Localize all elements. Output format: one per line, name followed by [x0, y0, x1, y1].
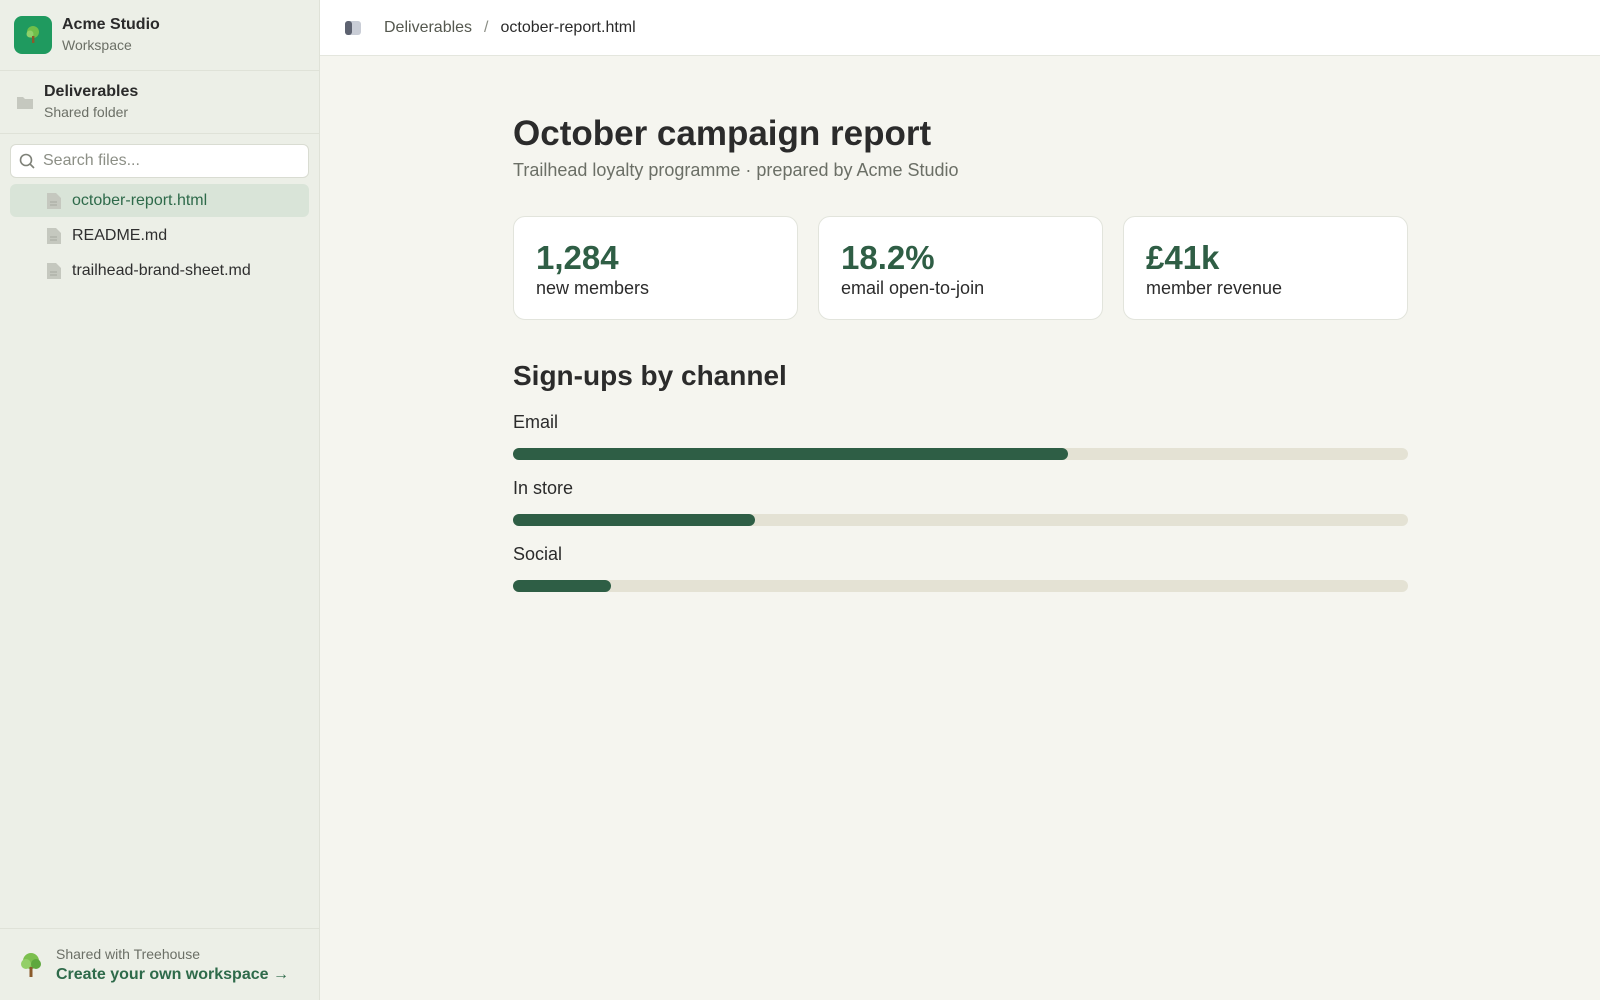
kpi-label: new members — [536, 278, 650, 298]
search-box — [10, 144, 309, 178]
file-item-trailhead-brand-sheet[interactable]: trailhead-brand-sheet.md — [10, 254, 309, 287]
file-list: october-report.html README.md trailhead-… — [0, 184, 319, 287]
bar-fill-in-store — [513, 514, 755, 526]
kpi-value: £41k — [1146, 239, 1220, 276]
channel-name: In store — [513, 478, 574, 498]
channel-name: Social — [513, 544, 563, 564]
search-icon — [19, 153, 35, 169]
bar-track — [513, 514, 1408, 526]
file-icon — [47, 262, 61, 279]
section-title: Sign-ups by channel — [513, 360, 787, 391]
page-title: October campaign report — [513, 114, 932, 153]
breadcrumb: Deliverables / october-report.html — [384, 19, 636, 37]
sidebar-footer: Shared with Treehouse Create your own wo… — [0, 928, 319, 1000]
kpi-label: email open-to-join — [841, 278, 985, 298]
shared-with-text: Shared with Treehouse — [56, 945, 200, 962]
breadcrumb-current: october-report.html — [500, 18, 636, 36]
file-label: README.md — [72, 226, 168, 244]
search-input[interactable] — [43, 152, 283, 170]
channel-name: Email — [513, 412, 559, 432]
workspace-name: Acme Studio — [62, 16, 160, 33]
bar-fill-social — [513, 580, 612, 592]
kpi-row: 1,284 new members 18.2% email open-to-jo… — [513, 216, 1408, 320]
kpi-value: 18.2% — [841, 239, 935, 276]
workspace-logo — [14, 16, 52, 54]
channel-row-social: Social — [513, 542, 1408, 592]
page-subtitle: Trailhead loyalty programme · prepared b… — [513, 160, 959, 180]
bar-track — [513, 448, 1408, 460]
breadcrumb-parent[interactable]: Deliverables — [384, 19, 472, 37]
sidebar-toggle-icon[interactable] — [344, 20, 362, 36]
bar-fill-email — [513, 448, 1068, 460]
folder-icon — [17, 97, 33, 109]
kpi-card-email-open-to-join: 18.2% email open-to-join — [818, 216, 1103, 320]
file-item-readme[interactable]: README.md — [10, 219, 309, 252]
folder-name: Deliverables — [44, 83, 139, 100]
workspace-header[interactable]: Acme Studio Workspace — [0, 0, 319, 71]
file-icon — [47, 192, 61, 209]
sidebar: Acme Studio Workspace Deliverables Share… — [0, 0, 320, 1000]
file-label: trailhead-brand-sheet.md — [72, 261, 251, 279]
channel-row-email: Email — [513, 410, 1408, 460]
file-icon — [47, 227, 61, 244]
topbar: Deliverables / october-report.html — [320, 0, 1600, 56]
workspace-subtitle: Workspace — [62, 37, 132, 53]
breadcrumb-separator: / — [484, 18, 489, 36]
report-content: October campaign report Trailhead loyalt… — [513, 110, 1408, 592]
file-label: october-report.html — [72, 191, 208, 209]
tree-icon — [26, 26, 39, 43]
tree-icon — [21, 952, 41, 977]
folder-header[interactable]: Deliverables Shared folder — [0, 71, 319, 134]
kpi-card-new-members: 1,284 new members — [513, 216, 798, 320]
kpi-value: 1,284 — [536, 239, 619, 276]
folder-subtitle: Shared folder — [44, 104, 129, 120]
create-workspace-link[interactable]: Create your own workspace → — [56, 964, 289, 986]
channel-row-in-store: In store — [513, 476, 1408, 526]
kpi-card-member-revenue: £41k member revenue — [1123, 216, 1408, 320]
bar-track — [513, 580, 1408, 592]
file-item-october-report[interactable]: october-report.html — [10, 184, 309, 217]
channel-bars: Email In store Social — [513, 410, 1408, 592]
kpi-label: member revenue — [1146, 278, 1283, 298]
